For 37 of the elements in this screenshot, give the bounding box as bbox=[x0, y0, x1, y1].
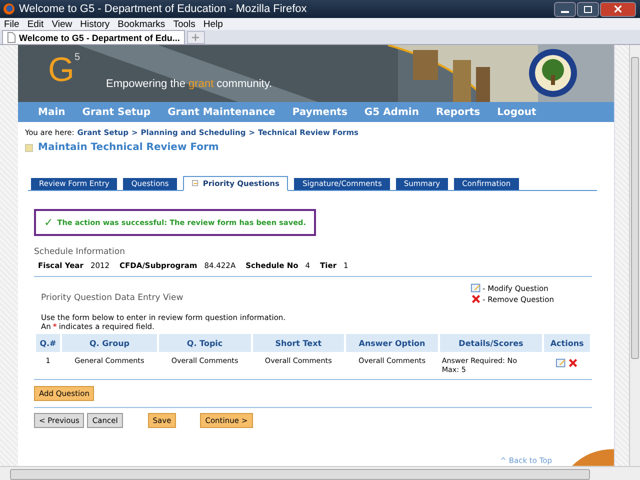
column-header: Short Text bbox=[252, 334, 344, 352]
column-header: Q. Topic bbox=[158, 334, 251, 352]
browser-logo-icon bbox=[3, 3, 15, 15]
window-title: Welcome to G5 - Department of Education - Mozilla Firefox bbox=[19, 3, 307, 15]
edit-icon[interactable] bbox=[556, 358, 566, 368]
column-header: Q. Group bbox=[62, 334, 157, 352]
plus-icon bbox=[192, 34, 200, 41]
column-header: Details/Scores bbox=[440, 334, 542, 352]
column-header: Q.# bbox=[36, 334, 60, 352]
edit-icon bbox=[470, 283, 481, 293]
minimize-button[interactable] bbox=[554, 2, 576, 16]
corner-graphic bbox=[572, 449, 614, 466]
delete-icon bbox=[470, 294, 481, 304]
section-heading: Priority Question Data Entry View bbox=[41, 293, 184, 303]
menu-item[interactable]: View bbox=[48, 18, 76, 30]
menu-item[interactable]: Tools bbox=[169, 18, 200, 30]
close-icon bbox=[614, 5, 622, 13]
column-header: Answer Option bbox=[346, 334, 438, 352]
restore-button[interactable] bbox=[577, 2, 599, 16]
checkmark-icon: ✓ bbox=[44, 216, 54, 229]
page-title: Maintain Technical Review Form bbox=[38, 142, 219, 153]
page-icon bbox=[7, 32, 16, 43]
menu-item[interactable]: Help bbox=[199, 18, 227, 30]
browser-tab[interactable]: Welcome to G5 - Department of Edu... bbox=[2, 30, 185, 44]
delete-icon[interactable] bbox=[568, 358, 578, 368]
menu-item[interactable]: Bookmarks bbox=[114, 18, 170, 30]
section-heading: Schedule Information bbox=[34, 247, 126, 257]
tagline: Empowering the grant community. bbox=[106, 78, 272, 90]
horizontal-scrollbar[interactable] bbox=[0, 466, 640, 480]
new-tab-button[interactable] bbox=[186, 31, 205, 44]
tab-icon bbox=[192, 180, 199, 187]
vertical-scrollbar[interactable] bbox=[629, 45, 640, 466]
menu-item[interactable]: File bbox=[0, 18, 24, 30]
column-header: Actions bbox=[544, 334, 590, 352]
menu-item[interactable]: History bbox=[76, 18, 114, 30]
menu-item[interactable]: Edit bbox=[23, 18, 48, 30]
close-button[interactable] bbox=[600, 2, 636, 16]
